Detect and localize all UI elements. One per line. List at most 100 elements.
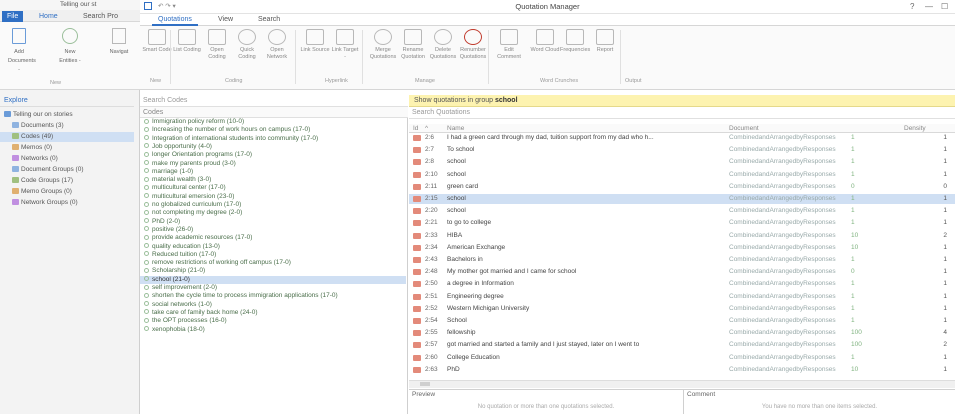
explorer-tree-item[interactable]: Network Groups (0) xyxy=(0,198,134,208)
horizontal-scrollbar[interactable] xyxy=(409,380,955,388)
explorer-tree-item[interactable]: Code Groups (17) xyxy=(0,176,134,186)
column-density[interactable]: Density xyxy=(904,124,926,133)
code-list-item[interactable]: material wealth (3-0) xyxy=(140,176,406,184)
navigator-button[interactable]: Navigat xyxy=(106,28,132,55)
open-coding-button[interactable]: Open Coding xyxy=(202,29,232,60)
home-tab[interactable]: Home xyxy=(34,11,63,22)
code-list-item[interactable]: Increasing the number of work hours on c… xyxy=(140,126,406,134)
explorer-tree-item[interactable]: Codes (49) xyxy=(0,132,134,142)
add-documents-button[interactable]: Add Documents - xyxy=(8,28,36,73)
code-list-item[interactable]: take care of family back home (24-0) xyxy=(140,309,406,317)
code-list-item[interactable]: multicultural emersion (23-0) xyxy=(140,193,406,201)
file-tab[interactable]: File xyxy=(2,11,24,22)
smart-code-button[interactable]: Smart Code xyxy=(142,29,172,54)
quotation-row[interactable]: 2:7 To school CombinedandArrangedbyRespons… xyxy=(409,145,955,155)
help-icon[interactable]: ? xyxy=(910,1,914,13)
quotation-row[interactable]: 2:21 to go to college CombinedandArrangedb… xyxy=(409,218,955,228)
code-icon xyxy=(144,201,149,207)
code-list-item[interactable]: the OPT processes (16-0) xyxy=(140,317,406,325)
code-list-item[interactable]: positive (26-0) xyxy=(140,226,406,234)
group-filter-bar[interactable]: Show quotations in group school xyxy=(409,95,955,107)
quotation-name: fellowship xyxy=(447,329,476,337)
code-list-item[interactable]: not completing my degree (2-0) xyxy=(140,209,406,217)
word-cloud-button[interactable]: Word Cloud xyxy=(530,29,560,54)
code-list-item[interactable]: longer Orientation programs (17-0) xyxy=(140,151,406,159)
maximize-icon[interactable]: ☐ xyxy=(941,1,948,13)
quotation-id: 2:54 xyxy=(425,317,438,324)
code-list-item[interactable]: no globalized curriculum (17-0) xyxy=(140,201,406,209)
frequencies-button[interactable]: Frequencies xyxy=(560,29,590,54)
quick-coding-button[interactable]: Quick Coding xyxy=(232,29,262,60)
quotation-row[interactable]: 2:48 My mother got married and I came for… xyxy=(409,267,955,277)
quotation-row[interactable]: 2:10 school CombinedandArrangedbyResponses… xyxy=(409,170,955,180)
list-coding-button[interactable]: List Coding xyxy=(172,29,202,54)
quotation-row[interactable]: 2:20 school CombinedandArrangedbyResponses… xyxy=(409,206,955,216)
window-titlebar: ↶ ↷ ▾ Quotation Manager ? — ☐ xyxy=(140,0,955,14)
link-source-button[interactable]: Link Source xyxy=(300,29,330,54)
code-list-item[interactable]: multicultural center (17-0) xyxy=(140,184,406,192)
quotation-name: green card xyxy=(447,182,479,190)
link-target-button[interactable]: Link Target - xyxy=(330,29,360,60)
code-list-item[interactable]: Job opportunity (4-0) xyxy=(140,143,406,151)
code-list-item[interactable]: quality education (13-0) xyxy=(140,243,406,251)
explorer-tree-item[interactable]: Memo Groups (0) xyxy=(0,187,134,197)
code-list-item[interactable]: Reduced tuition (17-0) xyxy=(140,251,406,259)
column-name[interactable]: Name xyxy=(447,124,464,133)
code-list-item[interactable]: social networks (1-0) xyxy=(140,301,406,309)
search-quotations-input[interactable]: Search Quotations xyxy=(409,107,955,119)
quotation-row[interactable]: 2:60 College Education CombinedandArranged… xyxy=(409,353,955,363)
delete-button[interactable]: Delete Quotations xyxy=(428,29,458,60)
quotation-row[interactable]: 2:6 I had a green card through my dad, tu… xyxy=(409,133,955,143)
search-codes-input[interactable]: Search Codes xyxy=(140,95,408,107)
edit-comment-button[interactable]: Edit Comment xyxy=(494,29,524,60)
quotation-row[interactable]: 2:34 American Exchange CombinedandArranged… xyxy=(409,243,955,253)
tab-quotations[interactable]: Quotations xyxy=(152,14,198,26)
explorer-tree-item[interactable]: Documents (3) xyxy=(0,121,134,131)
column-document[interactable]: Document xyxy=(729,124,759,133)
new-entities-button[interactable]: New Entities - xyxy=(58,28,82,64)
quotation-row[interactable]: 2:33 HIBA CombinedandArrangedbyResponses 10… xyxy=(409,231,955,241)
explorer-tree-item[interactable]: Memos (0) xyxy=(0,143,134,153)
quotation-row[interactable]: 2:43 Bachelors in CombinedandArrangedbyRes… xyxy=(409,255,955,265)
code-list-item[interactable]: provide academic resources (17-0) xyxy=(140,234,406,242)
rename-button[interactable]: Rename Quotation xyxy=(398,29,428,60)
code-list-item[interactable]: Scholarship (21-0) xyxy=(140,267,406,275)
merge-button[interactable]: Merge Quotations xyxy=(368,29,398,60)
quotation-row[interactable]: 2:15 school CombinedandArrangedbyResponses… xyxy=(409,194,955,204)
code-list-item[interactable]: PhD (2-0) xyxy=(140,218,406,226)
report-button[interactable]: Report xyxy=(590,29,620,54)
quotation-row[interactable]: 2:51 Engineering degree CombinedandArrange… xyxy=(409,292,955,302)
explorer-tree-item[interactable]: Telling our on stories xyxy=(0,110,134,120)
code-list-item[interactable]: make my parents proud (3-0) xyxy=(140,160,406,168)
renumber-button[interactable]: Renumber Quotations xyxy=(458,29,488,60)
quotation-row[interactable]: 2:57 got married and started a family and… xyxy=(409,340,955,350)
code-list-item[interactable]: self improvement (2-0) xyxy=(140,284,406,292)
code-list-item[interactable]: school (21-0) xyxy=(140,275,406,284)
quotation-row[interactable]: 2:55 fellowship CombinedandArrangedbyRespo… xyxy=(409,328,955,338)
tab-view[interactable]: View xyxy=(212,14,239,26)
code-list-item[interactable]: shorten the cycle time to process immigr… xyxy=(140,292,406,300)
search-project-tab[interactable]: Search Pro xyxy=(78,11,123,22)
code-list-item[interactable]: Immigration policy reform (10-0) xyxy=(140,118,406,126)
tab-search[interactable]: Search xyxy=(252,14,286,26)
scrollbar-thumb[interactable] xyxy=(420,382,430,386)
column-id[interactable]: Id xyxy=(413,124,418,133)
quotation-id: 2:50 xyxy=(425,280,438,288)
code-list-item[interactable]: Integration of international students in… xyxy=(140,135,406,143)
quotation-row[interactable]: 2:8 school CombinedandArrangedbyResponses 1… xyxy=(409,157,955,167)
code-list-item[interactable]: marriage (1-0) xyxy=(140,168,406,176)
quotation-row[interactable]: 2:54 School CombinedandArrangedbyResponses… xyxy=(409,316,955,326)
explorer-tree-item[interactable]: Networks (0) xyxy=(0,154,134,164)
quotation-groundedness: 10 xyxy=(851,243,859,251)
network-button[interactable]: Open Network xyxy=(262,29,292,60)
minimize-icon[interactable]: — xyxy=(925,1,933,13)
preview-title: Preview xyxy=(412,391,436,398)
quotation-row[interactable]: 2:11 green card CombinedandArrangedbyRespo… xyxy=(409,182,955,192)
quotation-row[interactable]: 2:50 a degree in Information CombinedandAr… xyxy=(409,279,955,289)
tree-item-label: Network Groups (0) xyxy=(21,199,78,206)
quotation-row[interactable]: 2:52 Western Michigan University Combineda… xyxy=(409,304,955,314)
explorer-tree-item[interactable]: Document Groups (0) xyxy=(0,165,134,175)
quotation-row[interactable]: 2:63 PhD CombinedandArrangedbyResponses 10 1 xyxy=(409,365,955,375)
code-list-item[interactable]: remove restrictions of working off campu… xyxy=(140,259,406,267)
code-list-item[interactable]: xenophobia (18-0) xyxy=(140,326,406,334)
